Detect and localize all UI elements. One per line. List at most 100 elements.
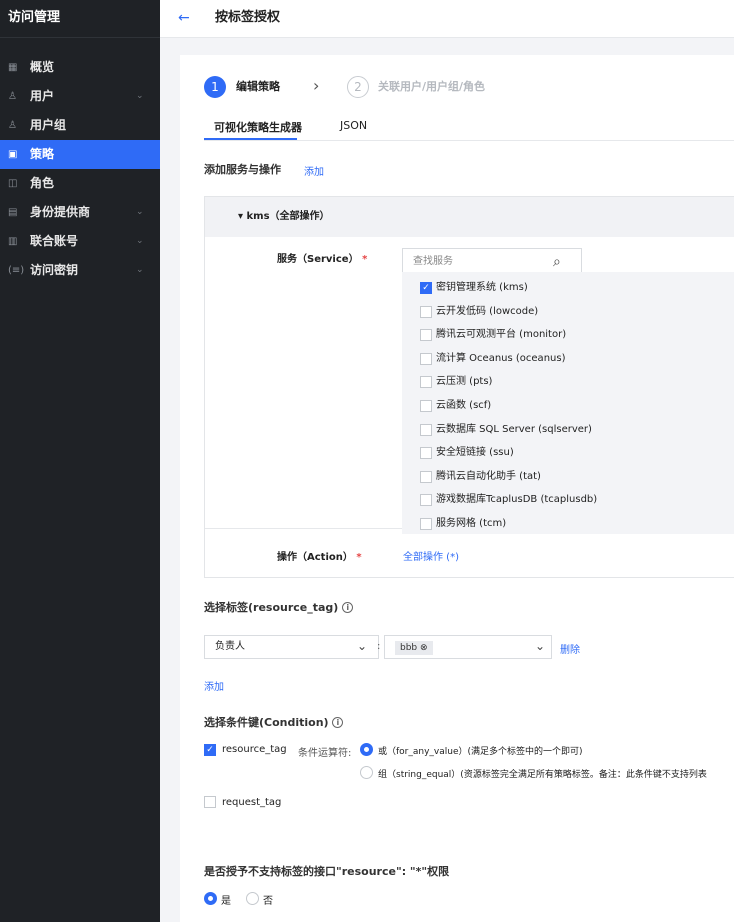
sidebar-item-label: 访问密钥 xyxy=(30,263,79,277)
service-option-label: 安全短链接 (ssu) xyxy=(436,447,514,459)
service-option-label: 腾讯云可观测平台 (monitor) xyxy=(436,329,567,341)
page-title: 按标签授权 xyxy=(215,10,281,25)
sidebar: 访问管理 ▦ 概览 ♙ 用户 ⌄ ♙ 用户组 ▣ 策略 ◫ 角色 ▤ 身份提供商 ⌄ ▥ 联合账号 ⌄ (≡) 访问… xyxy=(0,0,160,922)
action-label-text: 操作（Action） xyxy=(277,552,353,563)
sidebar-item-user-group[interactable]: ♙ 用户组 xyxy=(0,111,160,140)
sidebar-item-identity-provider[interactable]: ▤ 身份提供商 ⌄ xyxy=(0,198,160,227)
service-checkbox[interactable] xyxy=(420,518,432,530)
service-option-label: 腾讯云自动化助手 (tat) xyxy=(436,470,541,482)
service-option[interactable]: 云开发低码 (lowcode) xyxy=(402,300,734,323)
add-tag-link[interactable]: 添加 xyxy=(204,678,224,693)
service-option-label: 流计算 Oceanus (oceanus) xyxy=(436,352,566,364)
sidebar-item-label: 概览 xyxy=(30,60,55,74)
sidebar-item-label: 联合账号 xyxy=(30,234,79,248)
tag-value-text: bbb xyxy=(400,643,418,653)
chevron-down-icon[interactable]: ⌄ xyxy=(136,198,144,227)
chip-close-icon[interactable]: ⊗ xyxy=(420,643,428,653)
user-icon: ♙ xyxy=(8,91,17,102)
chevron-down-icon[interactable]: ⌄ xyxy=(136,227,144,256)
service-option-label: 云函数 (scf) xyxy=(436,400,492,411)
tag-key-select[interactable]: 负责人 ⌄ xyxy=(204,635,379,659)
service-option[interactable]: 安全短链接 (ssu) xyxy=(402,441,734,464)
sidebar-item-label: 身份提供商 xyxy=(30,205,91,219)
service-collapse-header[interactable]: ▾ kms（全部操作） xyxy=(238,197,330,237)
service-checkbox[interactable] xyxy=(420,494,432,507)
top-bar: ← 按标签授权 xyxy=(160,0,734,38)
sidebar-item-user[interactable]: ♙ 用户 ⌄ xyxy=(0,82,160,111)
service-option-label: 游戏数据库TcaplusDB (tcaplusdb) xyxy=(436,494,598,506)
radio-yes[interactable] xyxy=(204,892,217,905)
no-label: 否 xyxy=(263,896,273,907)
add-service-link[interactable]: 添加 xyxy=(304,163,324,178)
request-tag-checkbox[interactable] xyxy=(204,796,216,808)
service-option-label: 云开发低码 (lowcode) xyxy=(436,305,539,317)
resource-tag-checkbox[interactable]: ✓ xyxy=(204,744,216,756)
operator-label: 条件运算符: xyxy=(298,748,352,759)
service-option[interactable]: 服务网格 (tcm) xyxy=(402,512,734,535)
tag-section-title: 选择标签(resource_tag) i xyxy=(204,599,354,615)
option-or-label: 或（for_any_value）(满足多个标签中的一个即可) xyxy=(378,747,583,757)
action-value-link[interactable]: 全部操作 (*) xyxy=(403,548,459,563)
service-checkbox[interactable] xyxy=(420,400,432,412)
sidebar-item-label: 策略 xyxy=(30,147,55,161)
tag-key-value: 负责人 xyxy=(215,641,245,652)
info-icon[interactable]: i xyxy=(342,602,354,613)
federated-account-icon: ▥ xyxy=(8,236,18,247)
sidebar-item-federated-account[interactable]: ▥ 联合账号 ⌄ xyxy=(0,227,160,256)
service-section-title: 添加服务与操作 xyxy=(204,163,281,176)
sidebar-item-key[interactable]: (≡) 访问密钥 ⌄ xyxy=(0,256,160,285)
sidebar-item-label: 用户 xyxy=(30,89,55,103)
app-root: 访问管理 ▦ 概览 ♙ 用户 ⌄ ♙ 用户组 ▣ 策略 ◫ 角色 ▤ 身份提供商 ⌄ ▥ 联合账号 ⌄ (≡) 访问… xyxy=(0,0,734,922)
chevron-down-icon[interactable]: ⌄ xyxy=(136,82,144,111)
service-option[interactable]: 腾讯云可观测平台 (monitor) xyxy=(402,323,734,346)
back-arrow-icon[interactable]: ← xyxy=(178,0,190,36)
chevron-down-icon[interactable]: ⌄ xyxy=(136,256,144,285)
service-option[interactable]: ✓ 密钥管理系统 (kms) xyxy=(402,276,734,299)
chevron-down-icon: ⌄ xyxy=(535,639,546,653)
user-group-icon: ♙ xyxy=(8,120,17,131)
policy-icon: ▣ xyxy=(8,149,18,160)
service-checkbox[interactable] xyxy=(420,376,432,389)
service-option[interactable]: 流计算 Oceanus (oceanus) xyxy=(402,347,734,370)
tag-colon: : xyxy=(377,641,381,652)
tag-value-select[interactable]: bbb ⊗ ⌄ xyxy=(384,635,552,659)
main-content: 1 编辑策略 › 2 关联用户/用户组/角色 可视化策略生成器 JSON 添加服… xyxy=(180,55,734,922)
service-option[interactable]: 游戏数据库TcaplusDB (tcaplusdb) xyxy=(402,488,734,511)
radio-or[interactable] xyxy=(360,743,373,756)
service-required-mark: * xyxy=(362,254,368,265)
delete-tag-link[interactable]: 删除 xyxy=(560,641,580,656)
step-1-label: 编辑策略 xyxy=(236,80,280,93)
service-option-label: 密钥管理系统 (kms) xyxy=(436,282,528,293)
chevron-down-icon: ⌄ xyxy=(357,639,368,653)
service-option[interactable]: 腾讯云自动化助手 (tat) xyxy=(402,465,734,488)
service-checkbox[interactable] xyxy=(420,329,432,342)
tab-json[interactable]: JSON xyxy=(340,119,367,132)
service-option[interactable]: 云数据库 SQL Server (sqlserver) xyxy=(402,418,734,441)
radio-and[interactable] xyxy=(360,766,373,779)
radio-no[interactable] xyxy=(246,892,259,905)
service-checkbox[interactable] xyxy=(420,352,432,365)
sidebar-item-label: 用户组 xyxy=(30,118,67,132)
tabs-divider xyxy=(204,140,734,141)
service-checkbox[interactable] xyxy=(420,423,432,436)
service-checkbox[interactable]: ✓ xyxy=(420,282,432,294)
action-required-mark: * xyxy=(356,552,362,563)
service-option-label: 服务网格 (tcm) xyxy=(436,518,507,529)
sidebar-title: 访问管理 xyxy=(0,0,160,38)
step-separator-icon: › xyxy=(313,76,320,95)
sidebar-item-grid[interactable]: ▦ 概览 xyxy=(0,53,160,82)
tab-visual-generator[interactable]: 可视化策略生成器 xyxy=(214,119,302,135)
tag-value-chip: bbb ⊗ xyxy=(395,641,433,655)
grid-icon: ▦ xyxy=(8,62,18,73)
request-tag-label: request_tag xyxy=(222,797,282,808)
service-checkbox[interactable] xyxy=(420,470,432,483)
service-option[interactable]: 云函数 (scf) xyxy=(402,394,734,417)
service-checkbox[interactable] xyxy=(420,447,432,460)
service-box-header[interactable]: ▾ kms（全部操作） xyxy=(205,197,734,237)
sidebar-item-role[interactable]: ◫ 角色 xyxy=(0,169,160,198)
service-option[interactable]: 云压测 (pts) xyxy=(402,370,734,393)
sidebar-item-policy[interactable]: ▣ 策略 xyxy=(0,140,160,169)
info-icon[interactable]: i xyxy=(332,717,344,728)
action-label: 操作（Action） * xyxy=(277,548,362,563)
service-checkbox[interactable] xyxy=(420,305,432,318)
